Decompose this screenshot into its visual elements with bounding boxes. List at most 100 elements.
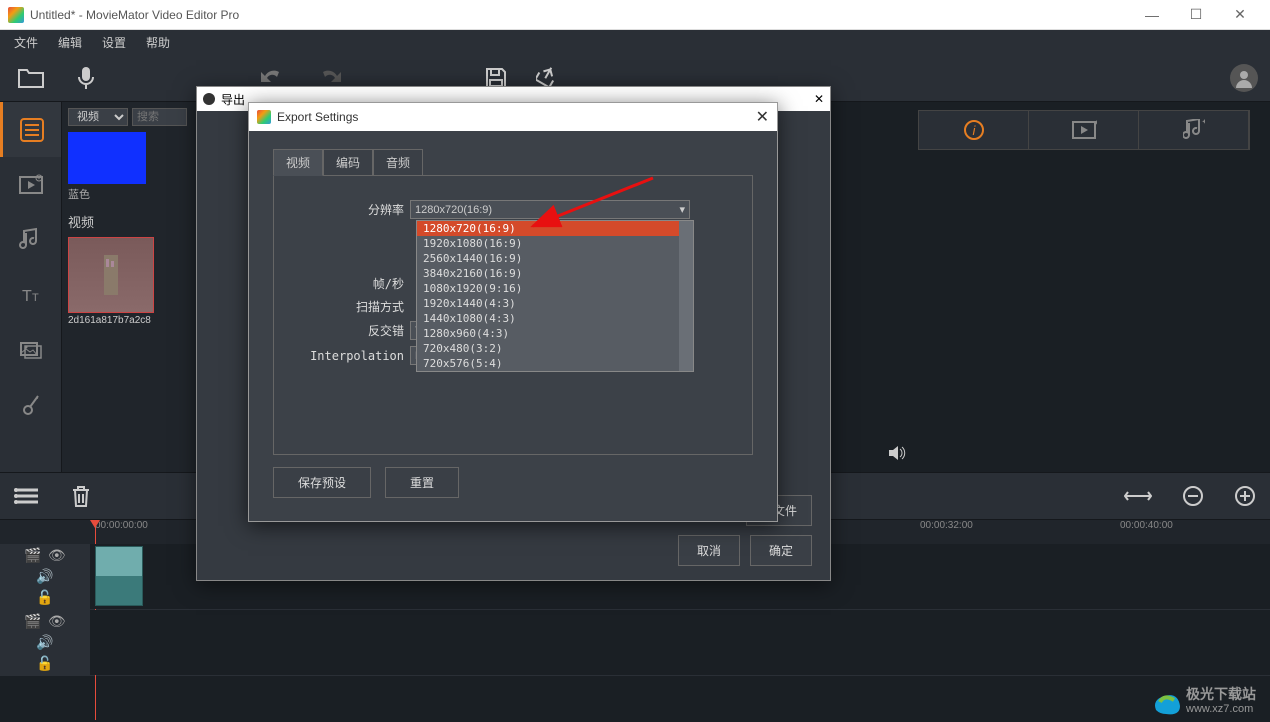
export-tabs: 视频 编码 音频 [273, 149, 753, 176]
media-thumb-label: 蓝色 [68, 186, 191, 202]
timeline-fit-icon[interactable] [1124, 488, 1152, 504]
video-track-header: 🎬 👁 🔊 🔓 [0, 544, 90, 609]
resolution-option-2[interactable]: 2560x1440(16:9) [417, 251, 693, 266]
label-deinterlace: 反交错 [286, 322, 410, 339]
audio-track: 🎬 👁 🔊 🔓 [0, 610, 1270, 676]
watermark-icon [1150, 686, 1180, 716]
sidebar-audio-icon[interactable] [0, 212, 61, 267]
resolution-dropdown: 1280x720(16:9) 1920x1080(16:9) 2560x1440… [416, 220, 694, 372]
svg-text:T: T [32, 292, 39, 304]
lock-icon-2[interactable]: 🔓 [36, 655, 53, 672]
media-thumbnail-video[interactable] [68, 237, 154, 313]
export-settings-close-icon[interactable]: ✕ [756, 107, 769, 127]
film-icon[interactable]: 🎬 [24, 547, 41, 564]
label-scan: 扫描方式 [286, 298, 410, 315]
media-panel: 视频 蓝色 视频 2d161a817b7a2c8 [62, 102, 197, 472]
watermark-line2: www.xz7.com [1186, 703, 1256, 715]
ruler-time-2: 00:00:40:00 [1120, 520, 1173, 531]
tab-encode[interactable]: 编码 [323, 149, 373, 176]
audio-track-body[interactable] [90, 610, 1270, 675]
resolution-option-7[interactable]: 1280x960(4:3) [417, 326, 693, 341]
sidebar-text-icon[interactable]: TT [0, 267, 61, 322]
media-section-title: 视频 [68, 212, 191, 231]
resolution-option-6[interactable]: 1440x1080(4:3) [417, 311, 693, 326]
svg-text:T: T [22, 288, 32, 305]
menu-file[interactable]: 文件 [6, 32, 46, 53]
watermark-line1: 极光下载站 [1186, 687, 1256, 702]
left-sidebar: + TT [0, 102, 62, 472]
close-button[interactable]: ✕ [1218, 1, 1262, 29]
menu-edit[interactable]: 编辑 [50, 32, 90, 53]
maximize-button[interactable]: ☐ [1174, 1, 1218, 29]
preview-tab-video[interactable]: ✦ [1029, 111, 1139, 149]
sidebar-video-icon[interactable]: + [0, 157, 61, 212]
export-settings-dialog: Export Settings ✕ 视频 编码 音频 分辨率 1280x720(… [248, 102, 778, 522]
export-parent-icon [203, 93, 215, 105]
eye-icon-2[interactable]: 👁 [48, 613, 66, 630]
menubar: 文件 编辑 设置 帮助 [0, 30, 1270, 54]
lock-icon[interactable]: 🔓 [36, 589, 53, 606]
export-settings-titlebar[interactable]: Export Settings ✕ [249, 103, 777, 131]
export-parent-ok-button[interactable]: 确定 [750, 535, 812, 566]
user-avatar-icon[interactable] [1230, 64, 1258, 92]
resolution-option-0[interactable]: 1280x720(16:9) [417, 221, 693, 236]
save-preset-button[interactable]: 保存预设 [273, 467, 371, 498]
media-search-input[interactable] [132, 108, 187, 126]
label-resolution: 分辨率 [286, 201, 410, 218]
export-settings-title: Export Settings [277, 110, 358, 124]
film-icon-2[interactable]: 🎬 [24, 613, 41, 630]
export-parent-cancel-button[interactable]: 取消 [678, 535, 740, 566]
eye-icon[interactable]: 👁 [48, 547, 66, 564]
watermark: 极光下载站 www.xz7.com [1150, 686, 1256, 716]
svg-text:i: i [972, 123, 976, 138]
svg-text:+: + [37, 176, 40, 182]
svg-text:✦: ✦ [1201, 119, 1205, 128]
export-parent-title: 导出 [221, 91, 245, 108]
media-filter-select[interactable]: 视频 [68, 108, 128, 126]
preview-tab-info[interactable]: i [919, 111, 1029, 149]
label-interpolation: Interpolation [286, 349, 410, 363]
resolution-option-9[interactable]: 720x576(5:4) [417, 356, 693, 371]
timeline-zoomin-icon[interactable] [1234, 485, 1256, 507]
preview-tab-audio[interactable]: ✦ [1139, 111, 1249, 149]
resolution-option-3[interactable]: 3840x2160(16:9) [417, 266, 693, 281]
timeline-zoomout-icon[interactable] [1182, 485, 1204, 507]
media-thumbnail-blue[interactable] [68, 132, 146, 184]
timeline-clip[interactable] [95, 546, 143, 606]
timeline-delete-icon[interactable] [70, 484, 92, 508]
menu-help[interactable]: 帮助 [138, 32, 178, 53]
export-settings-icon [257, 110, 271, 124]
resolution-option-5[interactable]: 1920x1440(4:3) [417, 296, 693, 311]
sidebar-image-icon[interactable] [0, 322, 61, 377]
svg-text:✦: ✦ [1093, 120, 1097, 129]
sidebar-effects-icon[interactable] [0, 377, 61, 432]
resolution-option-4[interactable]: 1080x1920(9:16) [417, 281, 693, 296]
dropdown-scrollbar[interactable] [679, 221, 693, 371]
volume-icon[interactable] [887, 444, 907, 462]
open-folder-icon[interactable] [12, 66, 52, 90]
app-icon [8, 7, 24, 23]
media-thumb2-label: 2d161a817b7a2c8 [68, 315, 191, 326]
tab-video[interactable]: 视频 [273, 149, 323, 176]
tab-content: 分辨率 1280x720(16:9)▾ 1280x720(16:9) 1920x… [273, 175, 753, 455]
ruler-time-0: 00:00:00:00 [95, 520, 148, 531]
window-title: Untitled* - MovieMator Video Editor Pro [30, 8, 1130, 22]
tab-audio[interactable]: 音频 [373, 149, 423, 176]
minimize-button[interactable]: — [1130, 1, 1174, 29]
ruler-time-1: 00:00:32:00 [920, 520, 973, 531]
mute-icon[interactable]: 🔊 [36, 568, 53, 585]
preview-tabs: i ✦ ✦ [918, 110, 1250, 150]
export-parent-close-icon[interactable]: ✕ [814, 92, 824, 106]
label-fps: 帧/秒 [286, 275, 410, 292]
resolution-option-8[interactable]: 720x480(3:2) [417, 341, 693, 356]
resolution-select[interactable]: 1280x720(16:9)▾ [410, 200, 690, 219]
mute-icon-2[interactable]: 🔊 [36, 634, 53, 651]
menu-settings[interactable]: 设置 [94, 32, 134, 53]
sidebar-media-icon[interactable] [0, 102, 61, 157]
resolution-option-1[interactable]: 1920x1080(16:9) [417, 236, 693, 251]
titlebar: Untitled* - MovieMator Video Editor Pro … [0, 0, 1270, 30]
reset-button[interactable]: 重置 [385, 467, 459, 498]
microphone-icon[interactable] [66, 65, 106, 91]
audio-track-header: 🎬 👁 🔊 🔓 [0, 610, 90, 675]
timeline-list-icon[interactable] [14, 486, 40, 506]
